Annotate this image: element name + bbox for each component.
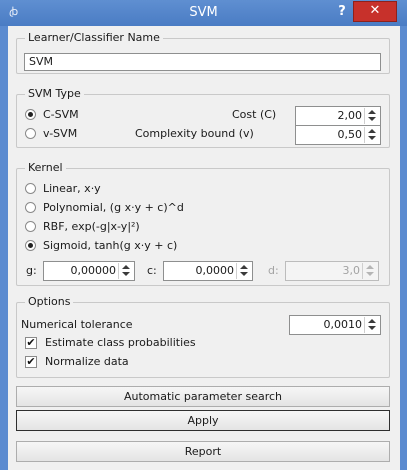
title-bar[interactable]: ꞗ SVM ? ✕ <box>0 0 407 26</box>
kernel-d-spinbox[interactable]: 3,0 <box>285 261 379 281</box>
apply-button[interactable]: Apply <box>16 410 390 431</box>
spin-up-icon[interactable] <box>368 110 376 114</box>
learner-name-group: Learner/Classifier Name SVM <box>16 31 390 74</box>
kernel-d-value: 3,0 <box>342 264 361 277</box>
kernel-rbf-label: RBF, exp(-g|x-y|²) <box>43 220 140 233</box>
learner-name-group-title: Learner/Classifier Name <box>25 31 163 44</box>
automatic-parameter-search-button[interactable]: Automatic parameter search <box>16 386 390 407</box>
close-button[interactable]: ✕ <box>353 1 397 22</box>
kernel-g-spin-arrows[interactable] <box>118 263 133 279</box>
normalize-data-checkbox[interactable]: ✔ <box>25 356 37 368</box>
kernel-d-label: d: <box>268 264 279 277</box>
numerical-tolerance-label: Numerical tolerance <box>21 318 133 331</box>
kernel-sigmoid-label: Sigmoid, tanh(g x·y + c) <box>43 239 178 252</box>
kernel-linear-radio-row[interactable]: Linear, x·y <box>25 181 225 197</box>
c-svm-radio[interactable] <box>25 109 36 120</box>
options-group-title: Options <box>25 295 74 308</box>
kernel-c-label: c: <box>147 264 157 277</box>
spin-down-icon[interactable] <box>368 326 376 330</box>
v-svm-label: v-SVM <box>43 127 78 140</box>
kernel-c-spinbox[interactable]: 0,0000 <box>163 261 253 281</box>
normalize-data-label: Normalize data <box>45 355 129 368</box>
cost-spinbox[interactable]: 2,00 <box>295 106 381 126</box>
spin-up-icon[interactable] <box>368 129 376 133</box>
cost-spin-arrows[interactable] <box>364 108 379 124</box>
kernel-sigmoid-radio-row[interactable]: Sigmoid, tanh(g x·y + c) <box>25 238 275 254</box>
kernel-polynomial-radio-row[interactable]: Polynomial, (g x·y + c)^d <box>25 200 275 216</box>
v-svm-radio-row[interactable]: v-SVM <box>25 126 105 142</box>
kernel-linear-label: Linear, x·y <box>43 182 101 195</box>
normalize-data-row[interactable]: ✔ Normalize data <box>25 354 225 370</box>
kernel-linear-radio[interactable] <box>25 183 36 194</box>
kernel-c-value: 0,0000 <box>195 264 235 277</box>
report-button[interactable]: Report <box>16 441 390 462</box>
svm-type-group-title: SVM Type <box>25 87 84 100</box>
spin-up-icon[interactable] <box>240 265 248 269</box>
cost-label: Cost (C) <box>232 108 277 121</box>
kernel-group: Kernel Linear, x·y Polynomial, (g x·y + … <box>16 161 390 286</box>
spin-down-icon[interactable] <box>368 117 376 121</box>
kernel-sigmoid-radio[interactable] <box>25 240 36 251</box>
complexity-bound-label: Complexity bound (v) <box>135 127 254 140</box>
numerical-tolerance-value: 0,0010 <box>323 318 363 331</box>
numerical-tolerance-spinbox[interactable]: 0,0010 <box>289 315 381 335</box>
spin-up-icon[interactable] <box>368 319 376 323</box>
cost-value: 2,00 <box>337 109 363 122</box>
complexity-bound-spinbox[interactable]: 0,50 <box>295 125 381 145</box>
svm-type-group: SVM Type C-SVM Cost (C) 2,00 v-SVM Compl… <box>16 87 390 148</box>
kernel-g-label: g: <box>26 264 37 277</box>
kernel-rbf-radio[interactable] <box>25 221 36 232</box>
options-group: Options Numerical tolerance 0,0010 ✔ Est… <box>16 295 390 378</box>
window-border-left <box>0 26 8 470</box>
spin-down-icon[interactable] <box>122 272 130 276</box>
complexity-bound-value: 0,50 <box>337 128 363 141</box>
learner-name-input[interactable]: SVM <box>24 53 381 71</box>
tolerance-spin-arrows[interactable] <box>364 317 379 333</box>
kernel-polynomial-radio[interactable] <box>25 202 36 213</box>
spin-down-icon[interactable] <box>366 272 374 276</box>
kernel-group-title: Kernel <box>25 161 66 174</box>
kernel-polynomial-label: Polynomial, (g x·y + c)^d <box>43 201 184 214</box>
svm-dialog: ꞗ SVM ? ✕ Learner/Classifier Name SVM SV… <box>0 0 407 470</box>
c-svm-radio-row[interactable]: C-SVM <box>25 107 105 123</box>
v-svm-radio[interactable] <box>25 128 36 139</box>
spin-down-icon[interactable] <box>240 272 248 276</box>
kernel-g-value: 0,00000 <box>70 264 117 277</box>
help-button[interactable]: ? <box>330 2 354 22</box>
kernel-rbf-radio-row[interactable]: RBF, exp(-g|x-y|²) <box>25 219 275 235</box>
estimate-probabilities-row[interactable]: ✔ Estimate class probabilities <box>25 335 265 351</box>
spin-up-icon[interactable] <box>122 265 130 269</box>
estimate-probabilities-checkbox[interactable]: ✔ <box>25 337 37 349</box>
estimate-probabilities-label: Estimate class probabilities <box>45 336 196 349</box>
window-border-right <box>400 26 407 470</box>
spin-down-icon[interactable] <box>368 136 376 140</box>
complexity-spin-arrows[interactable] <box>364 127 379 143</box>
c-svm-label: C-SVM <box>43 108 79 121</box>
kernel-c-spin-arrows[interactable] <box>236 263 251 279</box>
spin-up-icon[interactable] <box>366 265 374 269</box>
kernel-d-spin-arrows[interactable] <box>362 263 377 279</box>
kernel-g-spinbox[interactable]: 0,00000 <box>43 261 135 281</box>
